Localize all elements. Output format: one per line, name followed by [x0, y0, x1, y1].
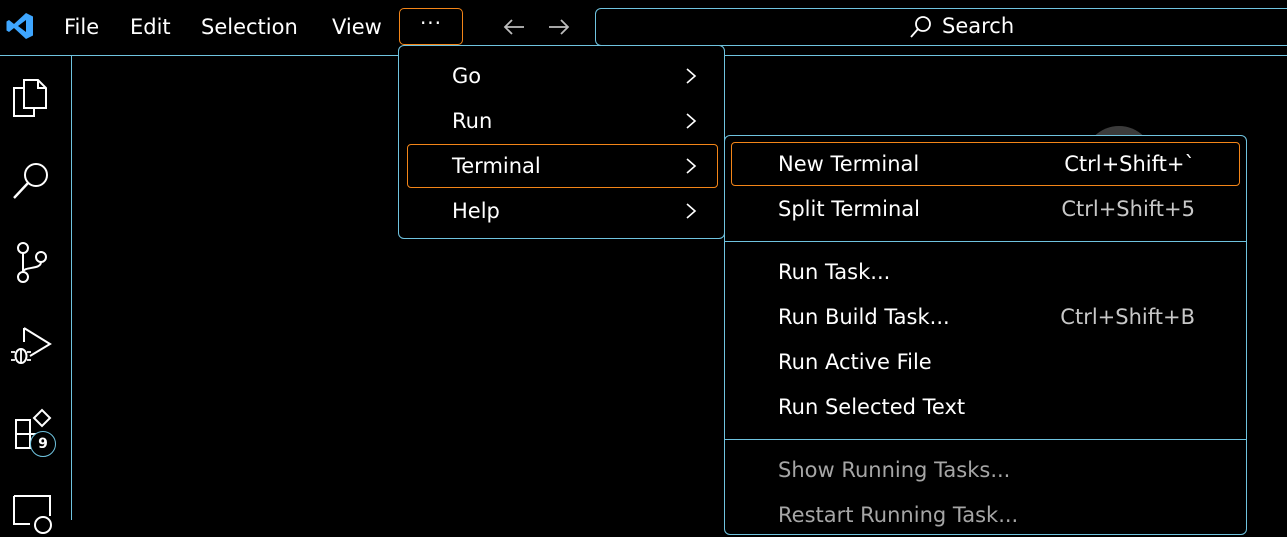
- menu-item-label: Run Task...: [778, 260, 891, 284]
- more-menu-button[interactable]: ···: [399, 8, 463, 45]
- menu-edit[interactable]: Edit: [130, 13, 171, 41]
- arrow-right-icon[interactable]: [546, 15, 572, 39]
- menu-selection[interactable]: Selection: [201, 13, 298, 41]
- menu-separator: [725, 241, 1246, 242]
- keyboard-shortcut: Ctrl+Shift+B: [1060, 305, 1195, 329]
- chevron-right-icon: [686, 113, 697, 129]
- menu-item-label: Run: [452, 109, 493, 133]
- explorer-icon[interactable]: [10, 76, 54, 120]
- activity-bar: 9: [0, 56, 72, 534]
- source-control-icon[interactable]: [10, 240, 54, 284]
- menu-file[interactable]: File: [64, 13, 99, 41]
- arrow-left-icon[interactable]: [501, 15, 527, 39]
- menu-view[interactable]: View: [332, 13, 382, 41]
- menu-item-label: Help: [452, 199, 500, 223]
- remote-explorer-icon[interactable]: [10, 492, 54, 536]
- menu-item-run-active-file[interactable]: Run Active File: [731, 340, 1240, 384]
- menu-item-run-build-task[interactable]: Run Build Task... Ctrl+Shift+B: [731, 295, 1240, 339]
- menu-item-label: Restart Running Task...: [778, 503, 1019, 527]
- more-menu-dropdown: Go Run Terminal Help: [398, 45, 725, 239]
- run-debug-icon[interactable]: [10, 322, 54, 366]
- menu-item-help[interactable]: Help: [407, 189, 718, 233]
- chevron-right-icon: [686, 68, 697, 84]
- menu-item-label: Run Selected Text: [778, 395, 966, 419]
- menu-item-label: Run Build Task...: [778, 305, 950, 329]
- chevron-right-icon: [686, 158, 697, 174]
- search-icon[interactable]: [10, 158, 54, 202]
- keyboard-shortcut: Ctrl+Shift+5: [1061, 197, 1195, 221]
- menu-item-label: Go: [452, 64, 482, 88]
- menu-separator: [725, 439, 1246, 440]
- menu-item-label: Run Active File: [778, 350, 932, 374]
- keyboard-shortcut: Ctrl+Shift+`: [1064, 152, 1195, 176]
- menu-item-split-terminal[interactable]: Split Terminal Ctrl+Shift+5: [731, 187, 1240, 231]
- menu-item-restart-running-task: Restart Running Task...: [731, 493, 1240, 537]
- menu-item-terminal[interactable]: Terminal: [407, 144, 718, 188]
- terminal-submenu: New Terminal Ctrl+Shift+` Split Terminal…: [724, 135, 1247, 535]
- search-icon: [910, 16, 931, 38]
- vscode-logo-icon[interactable]: [5, 11, 35, 41]
- menu-item-run-task[interactable]: Run Task...: [731, 250, 1240, 294]
- search-label: Search: [942, 14, 1015, 38]
- menu-item-label: Split Terminal: [778, 197, 920, 221]
- menu-item-show-running-tasks: Show Running Tasks...: [731, 448, 1240, 492]
- menu-item-run-selected-text[interactable]: Run Selected Text: [731, 385, 1240, 429]
- chevron-right-icon: [686, 203, 697, 219]
- menu-item-label: Show Running Tasks...: [778, 458, 1011, 482]
- menu-item-new-terminal[interactable]: New Terminal Ctrl+Shift+`: [731, 142, 1240, 186]
- command-center-search[interactable]: Search: [595, 8, 1287, 46]
- menu-item-label: New Terminal: [778, 152, 920, 176]
- menu-item-go[interactable]: Go: [407, 54, 718, 98]
- menu-item-label: Terminal: [452, 154, 541, 178]
- menu-item-run[interactable]: Run: [407, 99, 718, 143]
- extensions-badge: 9: [30, 431, 56, 457]
